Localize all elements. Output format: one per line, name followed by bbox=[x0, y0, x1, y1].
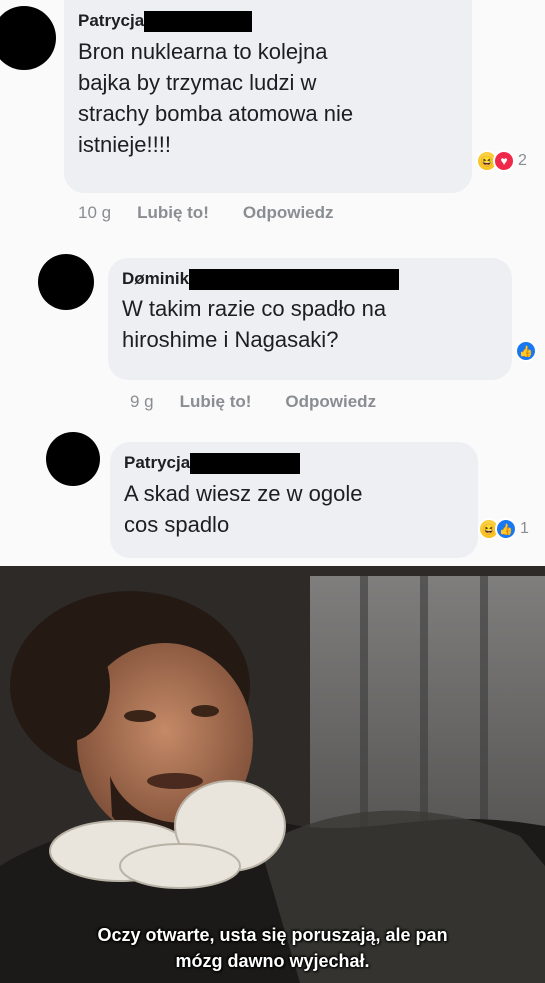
reaction-count: 2 bbox=[518, 152, 527, 169]
redaction-bar bbox=[189, 268, 400, 290]
avatar[interactable] bbox=[0, 6, 56, 70]
comment-author[interactable]: Patrycja bbox=[78, 10, 456, 32]
reaction-summary[interactable]: 😆 👍 1 bbox=[478, 518, 529, 540]
meme-image: Oczy otwarte, usta się poruszają, ale pa… bbox=[0, 566, 545, 983]
reply-link[interactable]: Odpowiedz bbox=[285, 392, 376, 412]
avatar[interactable] bbox=[46, 432, 100, 486]
comment-text: A skad wiesz ze w ogole cos spadlo bbox=[124, 481, 363, 537]
author-name[interactable]: Døminik bbox=[122, 268, 189, 290]
like-emoji-icon: 👍 bbox=[515, 340, 537, 362]
author-name[interactable]: Patrycja bbox=[124, 452, 190, 474]
reaction-summary[interactable]: 👍 bbox=[515, 340, 537, 362]
reaction-count: 1 bbox=[520, 520, 529, 537]
comment-author[interactable]: Patrycja bbox=[124, 452, 462, 474]
like-link[interactable]: Lubię to! bbox=[180, 392, 252, 412]
comment-thread: Patrycja Bron nuklearna to kolejna bajka… bbox=[0, 0, 545, 566]
reply-link[interactable]: Odpowiedz bbox=[243, 203, 334, 223]
comment-author[interactable]: Døminik bbox=[122, 268, 496, 290]
subtitle-line-2: mózg dawno wyjechał. bbox=[175, 951, 370, 971]
redaction-bar bbox=[144, 10, 253, 32]
comment-actions: 9 g Lubię to! Odpowiedz bbox=[130, 392, 376, 412]
like-link[interactable]: Lubię to! bbox=[137, 203, 209, 223]
redaction-bar bbox=[190, 452, 301, 474]
like-emoji-icon: 👍 bbox=[495, 518, 517, 540]
subtitle-line-1: Oczy otwarte, usta się poruszają, ale pa… bbox=[97, 925, 448, 945]
comment-text: W takim razie co spadło na hiroshime i N… bbox=[122, 296, 387, 352]
comment-time[interactable]: 10 g bbox=[78, 203, 111, 223]
author-name[interactable]: Patrycja bbox=[78, 10, 144, 32]
avatar[interactable] bbox=[38, 254, 94, 310]
meme-scene bbox=[0, 566, 545, 983]
comment-bubble: Patrycja A skad wiesz ze w ogole cos spa… bbox=[110, 442, 478, 558]
comment-actions: 10 g Lubię to! Odpowiedz bbox=[78, 203, 334, 223]
heart-emoji-icon: ♥ bbox=[493, 150, 515, 172]
comment-bubble: Patrycja Bron nuklearna to kolejna bajka… bbox=[64, 0, 472, 193]
comment-time[interactable]: 9 g bbox=[130, 392, 154, 412]
comment-text: Bron nuklearna to kolejna bajka by trzym… bbox=[78, 39, 354, 157]
comment-bubble: Døminik W takim razie co spadło na hiros… bbox=[108, 258, 512, 380]
reaction-summary[interactable]: 😆 ♥ 2 bbox=[476, 150, 527, 172]
